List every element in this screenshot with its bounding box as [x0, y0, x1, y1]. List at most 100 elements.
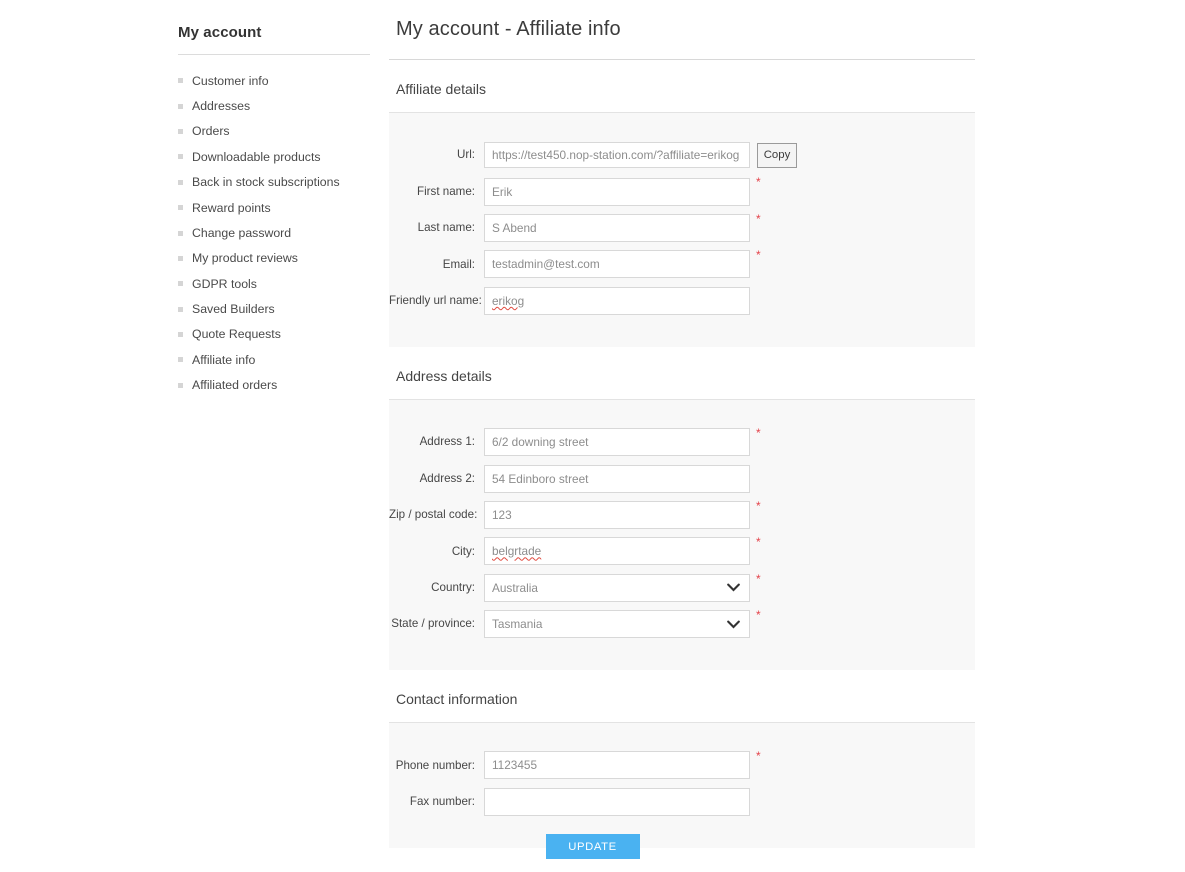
sidebar-item-label: Saved Builders	[192, 302, 275, 317]
bullet-icon	[178, 281, 183, 287]
sidebar-item-orders[interactable]: Orders	[178, 119, 370, 144]
email-label: Email:	[442, 257, 475, 271]
state-label: State / province:	[391, 617, 475, 631]
update-button[interactable]: UPDATE	[545, 834, 640, 859]
contact-information-heading: Contact information	[396, 691, 518, 708]
fax-number-input[interactable]	[484, 787, 750, 816]
zip-input[interactable]: 123	[484, 500, 750, 529]
sidebar-item-label: Addresses	[192, 98, 251, 113]
bullet-icon	[178, 306, 183, 312]
required-marker: *	[756, 749, 761, 764]
bullet-icon	[178, 230, 183, 236]
sidebar-item-gdpr-tools[interactable]: GDPR tools	[178, 271, 370, 296]
sidebar-item-addresses[interactable]: Addresses	[178, 93, 370, 118]
state-select[interactable]: Tasmania	[484, 610, 750, 639]
fax-number-label: Fax number:	[409, 795, 475, 809]
sidebar-item-customer-info[interactable]: Customer info	[178, 68, 370, 93]
required-marker: *	[756, 571, 761, 586]
friendly-url-name-row: Friendly url name: erikog	[389, 283, 975, 319]
bullet-icon	[178, 179, 183, 185]
address2-label: Address 2:	[419, 471, 475, 485]
last-name-label: Last name:	[417, 221, 475, 235]
required-marker: *	[756, 211, 761, 226]
address2-input[interactable]: 54 Edinboro street	[484, 464, 750, 493]
affiliate-details-panel: Url: https://test450.nop-station.com/?af…	[389, 113, 975, 347]
page-title: My account - Affiliate info	[396, 18, 621, 40]
country-label: Country:	[431, 580, 475, 594]
country-row: Country: Australia *	[389, 570, 975, 606]
fax-number-row: Fax number:	[389, 784, 975, 820]
required-marker: *	[756, 607, 761, 622]
main-content: My account - Affiliate info Affiliate de…	[389, 18, 975, 849]
url-input[interactable]: https://test450.nop-station.com/?affilia…	[484, 142, 750, 169]
first-name-input[interactable]: Erik	[484, 177, 750, 206]
sidebar-item-affiliated-orders[interactable]: Affiliated orders	[178, 373, 370, 398]
sidebar-item-change-password[interactable]: Change password	[178, 220, 370, 245]
chevron-down-icon	[727, 583, 740, 592]
sidebar-item-label: GDPR tools	[192, 276, 257, 291]
copy-button[interactable]: Copy	[757, 142, 797, 168]
phone-number-input[interactable]: 1123455	[484, 751, 750, 780]
address2-row: Address 2: 54 Edinboro street	[389, 460, 975, 496]
bullet-icon	[178, 357, 183, 363]
address1-label: Address 1:	[419, 435, 475, 449]
required-marker: *	[756, 425, 761, 440]
sidebar-item-label: Affiliate info	[192, 352, 256, 367]
url-label: Url:	[456, 148, 475, 162]
email-input[interactable]: testadmin@test.com	[484, 250, 750, 279]
phone-number-row: Phone number: 1123455 *	[389, 747, 975, 783]
bullet-icon	[178, 103, 183, 109]
url-row: Url: https://test450.nop-station.com/?af…	[389, 137, 975, 173]
address-details-heading: Address details	[396, 367, 492, 384]
page-root: My account Customer info Addresses Order…	[0, 0, 1185, 872]
city-input[interactable]: belgrtade	[484, 537, 750, 566]
sidebar-divider	[178, 54, 370, 55]
last-name-row: Last name: S Abend *	[389, 210, 975, 246]
country-select[interactable]: Australia	[484, 573, 750, 602]
bullet-icon	[178, 205, 183, 211]
sidebar-item-quote-requests[interactable]: Quote Requests	[178, 322, 370, 347]
sidebar-item-label: Back in stock subscriptions	[192, 175, 340, 190]
sidebar-item-label: Orders	[192, 124, 230, 139]
bullet-icon	[178, 128, 183, 134]
first-name-row: First name: Erik *	[389, 173, 975, 209]
city-row: City: belgrtade *	[389, 533, 975, 569]
required-marker: *	[756, 175, 761, 190]
chevron-down-icon	[727, 620, 740, 629]
form-buttons-bar: UPDATE	[0, 834, 1185, 859]
sidebar-item-my-product-reviews[interactable]: My product reviews	[178, 246, 370, 271]
bullet-icon	[178, 332, 183, 338]
first-name-label: First name:	[417, 184, 475, 198]
friendly-url-name-label: Friendly url name:	[389, 293, 482, 307]
account-sidebar: My account Customer info Addresses Order…	[178, 24, 370, 398]
bullet-icon	[178, 154, 183, 160]
sidebar-item-label: Customer info	[192, 73, 269, 88]
sidebar-item-label: Quote Requests	[192, 327, 281, 342]
sidebar-item-label: Affiliated orders	[192, 378, 278, 393]
sidebar-item-reward-points[interactable]: Reward points	[178, 195, 370, 220]
required-marker: *	[756, 498, 761, 513]
country-selected-value: Australia	[492, 580, 538, 595]
sidebar-item-label: My product reviews	[192, 251, 298, 266]
sidebar-item-downloadable-products[interactable]: Downloadable products	[178, 144, 370, 169]
zip-label: Zip / postal code:	[389, 508, 478, 522]
required-marker: *	[756, 535, 761, 550]
city-value: belgrtade	[492, 544, 542, 559]
sidebar-item-label: Change password	[192, 225, 292, 240]
contact-information-panel: Phone number: 1123455 * Fax number:	[389, 723, 975, 849]
sidebar-title: My account	[178, 24, 262, 41]
sidebar-item-saved-builders[interactable]: Saved Builders	[178, 297, 370, 322]
bullet-icon	[178, 255, 183, 261]
affiliate-details-heading: Affiliate details	[396, 81, 487, 97]
sidebar-item-label: Downloadable products	[192, 149, 321, 164]
sidebar-item-label: Reward points	[192, 200, 271, 215]
bullet-icon	[178, 382, 183, 388]
address1-input[interactable]: 6/2 downing street	[484, 428, 750, 457]
friendly-url-name-input[interactable]: erikog	[484, 286, 750, 315]
zip-row: Zip / postal code: 123 *	[389, 497, 975, 533]
bullet-icon	[178, 78, 183, 84]
last-name-input[interactable]: S Abend	[484, 213, 750, 242]
sidebar-item-affiliate-info[interactable]: Affiliate info	[178, 347, 370, 372]
state-selected-value: Tasmania	[492, 617, 543, 632]
sidebar-item-back-in-stock-subscriptions[interactable]: Back in stock subscriptions	[178, 170, 370, 195]
